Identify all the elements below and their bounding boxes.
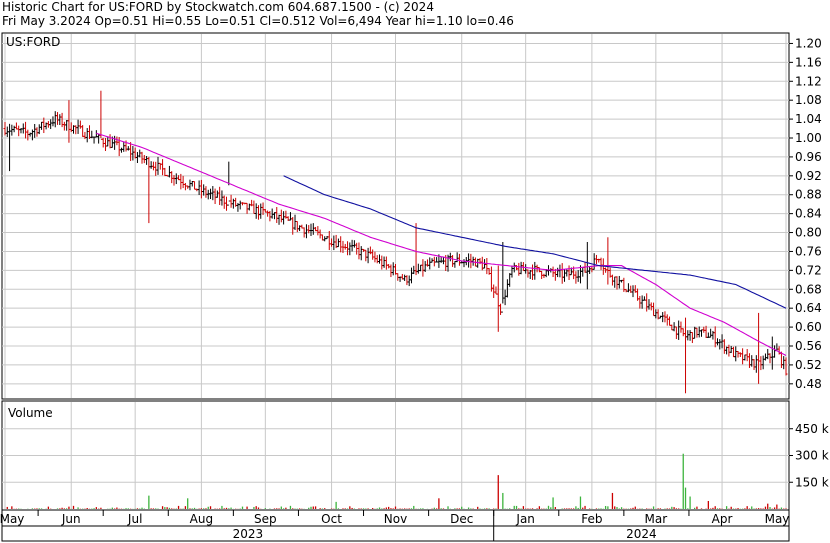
x-month-label: Mar — [645, 512, 668, 526]
historic-chart: 1.20 1.16 1.12 1.08 1.04 1.00 0.96 0.92 0.88 0.84… — [0, 32, 829, 542]
price-tick-label: 0.72 — [795, 263, 822, 277]
x-month-label: Nov — [384, 512, 407, 526]
price-tick-label: 1.08 — [795, 93, 822, 107]
price-y-axis: 1.20 1.16 1.12 1.08 1.04 1.00 0.96 0.92 0.88 0.84… — [789, 36, 822, 391]
x-month-label: May — [0, 512, 24, 526]
x-month-label: May — [765, 512, 790, 526]
price-tick-label: 0.64 — [795, 301, 822, 315]
x-year-label: 2024 — [626, 527, 657, 541]
volume-y-axis: 450 k 300 k 150 k — [789, 422, 829, 489]
price-tick-label: 0.92 — [795, 169, 822, 183]
price-tick-label: 1.16 — [795, 55, 822, 69]
price-tick-label: 0.96 — [795, 150, 822, 164]
volume-tick-label: 300 k — [795, 449, 829, 463]
x-month-label: Aug — [190, 512, 213, 526]
x-year-label: 2023 — [233, 527, 264, 541]
x-month-label: Jul — [127, 512, 142, 526]
x-month-label: Dec — [450, 512, 473, 526]
volume-tick-label: 450 k — [795, 422, 829, 436]
volume-tick-label: 150 k — [795, 475, 829, 489]
price-tick-label: 1.00 — [795, 131, 822, 145]
price-tick-label: 1.20 — [795, 36, 822, 50]
symbol-label: US:FORD — [6, 35, 60, 49]
x-month-label: Sep — [254, 512, 277, 526]
price-tick-label: 0.68 — [795, 282, 822, 296]
x-month-label: Jan — [515, 512, 535, 526]
price-tick-label: 0.80 — [795, 226, 822, 240]
x-month-label: Oct — [321, 512, 342, 526]
price-tick-label: 0.76 — [795, 244, 822, 258]
price-tick-label: 0.88 — [795, 188, 822, 202]
price-tick-label: 0.60 — [795, 320, 822, 334]
price-tick-label: 0.84 — [795, 207, 822, 221]
price-tick-label: 1.04 — [795, 112, 822, 126]
price-tick-label: 0.52 — [795, 358, 822, 372]
x-month-label: Feb — [581, 512, 602, 526]
volume-label: Volume — [8, 406, 53, 420]
x-month-label: Jun — [61, 512, 81, 526]
price-tick-label: 0.48 — [795, 377, 822, 391]
x-month-label: Apr — [712, 512, 733, 526]
price-tick-label: 0.56 — [795, 339, 822, 353]
price-tick-label: 1.12 — [795, 74, 822, 88]
